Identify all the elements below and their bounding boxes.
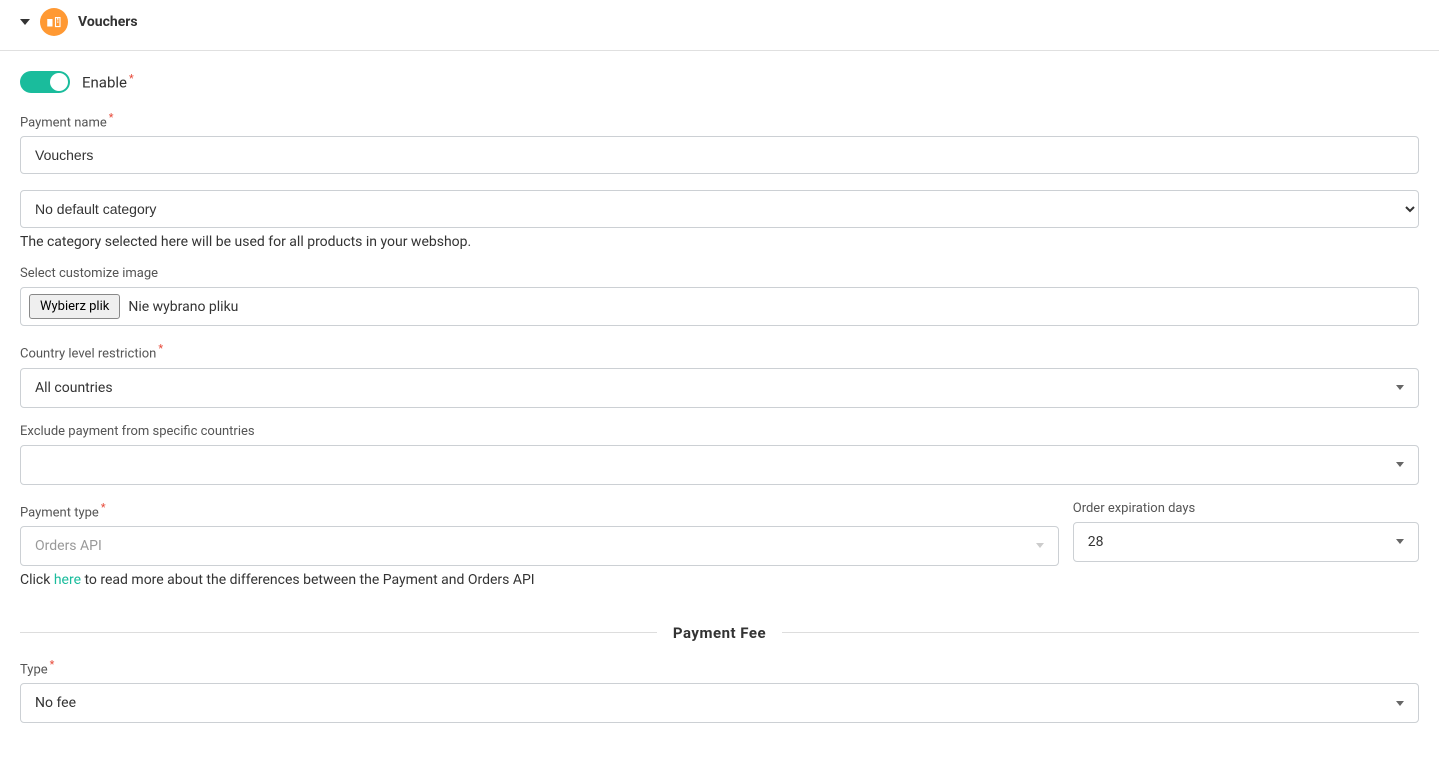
category-select[interactable]: No default category: [20, 190, 1419, 228]
order-expiration-group: Order expiration days 28: [1073, 501, 1419, 588]
payment-type-dropdown[interactable]: Orders API: [20, 526, 1059, 566]
enable-row: Enable*: [20, 71, 1419, 93]
required-mark: *: [50, 658, 55, 671]
country-restriction-value: All countries: [35, 380, 113, 396]
exclude-countries-group: Exclude payment from specific countries: [20, 424, 1419, 485]
api-help-link[interactable]: here: [54, 572, 81, 588]
payment-name-group: Payment name*: [20, 111, 1419, 174]
payment-type-row: Payment type* Orders API Click here to r…: [20, 501, 1419, 604]
enable-toggle[interactable]: [20, 71, 70, 93]
chevron-down-icon: [1036, 543, 1044, 548]
payment-name-label: Payment name*: [20, 111, 1419, 130]
country-restriction-dropdown[interactable]: All countries: [20, 368, 1419, 408]
required-mark: *: [129, 72, 134, 85]
divider-line: [782, 632, 1419, 633]
file-choose-button[interactable]: Wybierz plik: [29, 294, 120, 319]
form-content: Enable* Payment name* No default categor…: [0, 51, 1439, 759]
order-expiration-dropdown[interactable]: 28: [1073, 522, 1419, 562]
payment-fee-divider: Payment Fee: [20, 624, 1419, 642]
fee-type-dropdown[interactable]: No fee: [20, 683, 1419, 723]
file-input-wrapper: Wybierz plik Nie wybrano pliku: [20, 287, 1419, 326]
payment-type-group: Payment type* Orders API Click here to r…: [20, 501, 1059, 588]
payment-type-help: Click here to read more about the differ…: [20, 572, 1059, 588]
enable-label: Enable*: [82, 72, 134, 92]
payment-type-value: Orders API: [35, 538, 102, 554]
chevron-down-icon: [1396, 701, 1404, 706]
exclude-countries-dropdown[interactable]: [20, 445, 1419, 485]
file-status-text: Nie wybrano pliku: [128, 299, 238, 315]
chevron-down-icon: [1396, 539, 1404, 544]
order-expiration-label: Order expiration days: [1073, 501, 1419, 516]
category-group: No default category The category selecte…: [20, 190, 1419, 250]
fee-type-label: Type*: [20, 658, 1419, 677]
chevron-down-icon: [1396, 462, 1404, 467]
required-mark: *: [109, 111, 114, 124]
section-title: Vouchers: [78, 14, 138, 30]
required-mark: *: [158, 342, 163, 355]
chevron-down-icon: [1396, 385, 1404, 390]
fee-type-value: No fee: [35, 695, 76, 711]
payment-fee-title: Payment Fee: [657, 624, 782, 642]
toggle-knob: [50, 73, 68, 91]
fee-type-group: Type* No fee: [20, 658, 1419, 723]
custom-image-label: Select customize image: [20, 266, 1419, 281]
category-help: The category selected here will be used …: [20, 234, 1419, 250]
collapse-arrow-icon[interactable]: [20, 19, 30, 25]
section-header: Vouchers: [0, 0, 1439, 51]
required-mark: *: [101, 501, 106, 514]
custom-image-group: Select customize image Wybierz plik Nie …: [20, 266, 1419, 326]
voucher-icon: [40, 8, 68, 36]
divider-line: [20, 632, 657, 633]
country-restriction-group: Country level restriction* All countries: [20, 342, 1419, 407]
payment-type-label: Payment type*: [20, 501, 1059, 520]
payment-name-input[interactable]: [20, 136, 1419, 174]
exclude-countries-label: Exclude payment from specific countries: [20, 424, 1419, 439]
order-expiration-value: 28: [1088, 534, 1104, 550]
country-restriction-label: Country level restriction*: [20, 342, 1419, 361]
